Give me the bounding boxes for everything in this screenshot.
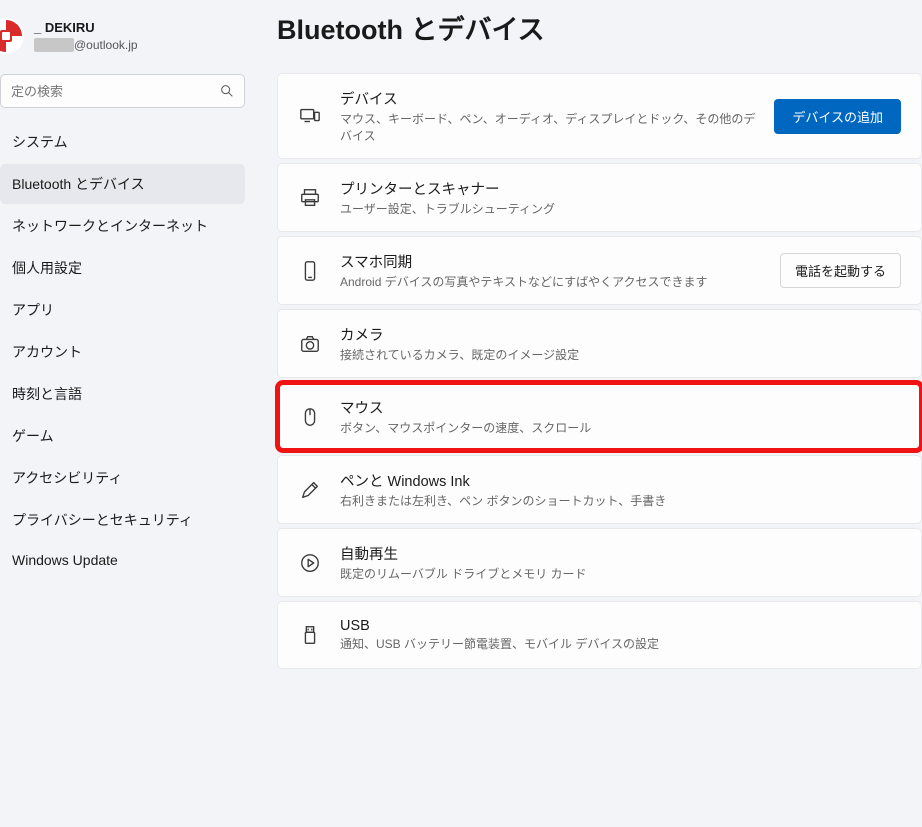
card-body: ペンと Windows Ink右利きまたは左利き、ペン ボタンのショートカット、… — [340, 470, 901, 509]
card-title: マウス — [340, 397, 901, 418]
avatar — [0, 18, 24, 54]
card-title: デバイス — [340, 88, 756, 109]
mouse-icon — [298, 405, 322, 429]
card-subtitle: 右利きまたは左利き、ペン ボタンのショートカット、手書き — [340, 492, 901, 509]
nav-item[interactable]: アプリ — [0, 290, 245, 330]
search-icon[interactable] — [219, 83, 235, 99]
nav-item[interactable]: 個人用設定 — [0, 248, 245, 288]
settings-card[interactable]: 自動再生既定のリムーバブル ドライブとメモリ カード — [277, 528, 922, 597]
user-info: _ DEKIRU xxxxxx@outlook.jp — [34, 19, 138, 54]
card-subtitle: Android デバイスの写真やテキストなどにすばやくアクセスできます — [340, 273, 762, 290]
user-name: _ DEKIRU — [34, 19, 138, 37]
nav-item[interactable]: 時刻と言語 — [0, 374, 245, 414]
nav-item[interactable]: Windows Update — [0, 542, 245, 578]
nav-item[interactable]: プライバシーとセキュリティ — [0, 500, 245, 540]
cards-list: デバイスマウス、キーボード、ペン、オーディオ、ディスプレイとドック、その他のデバ… — [277, 73, 922, 669]
usb-icon — [298, 623, 322, 647]
card-subtitle: 接続されているカメラ、既定のイメージ設定 — [340, 346, 901, 363]
card-title: ペンと Windows Ink — [340, 470, 901, 491]
user-email: xxxxxx@outlook.jp — [34, 37, 138, 54]
nav-item[interactable]: ゲーム — [0, 416, 245, 456]
card-body: カメラ接続されているカメラ、既定のイメージ設定 — [340, 324, 901, 363]
card-subtitle: マウス、キーボード、ペン、オーディオ、ディスプレイとドック、その他のデバイス — [340, 110, 756, 144]
card-title: カメラ — [340, 324, 901, 345]
settings-card[interactable]: ペンと Windows Ink右利きまたは左利き、ペン ボタンのショートカット、… — [277, 455, 922, 524]
nav: システムBluetooth とデバイスネットワークとインターネット個人用設定アプ… — [0, 122, 255, 578]
card-body: デバイスマウス、キーボード、ペン、オーディオ、ディスプレイとドック、その他のデバ… — [340, 88, 756, 144]
add-device-button[interactable]: デバイスの追加 — [774, 99, 901, 134]
card-subtitle: ユーザー設定、トラブルシューティング — [340, 200, 901, 217]
card-title: 自動再生 — [340, 543, 901, 564]
nav-item[interactable]: Bluetooth とデバイス — [0, 164, 245, 204]
card-title: USB — [340, 618, 901, 634]
card-subtitle: 既定のリムーバブル ドライブとメモリ カード — [340, 565, 901, 582]
autoplay-icon — [298, 551, 322, 575]
phone-icon — [298, 259, 322, 283]
card-body: スマホ同期Android デバイスの写真やテキストなどにすばやくアクセスできます — [340, 251, 762, 290]
card-body: USB通知、USB バッテリー節電装置、モバイル デバイスの設定 — [340, 618, 901, 652]
card-body: マウスボタン、マウスポインターの速度、スクロール — [340, 397, 901, 436]
devices-icon — [298, 104, 322, 128]
user-profile[interactable]: _ DEKIRU xxxxxx@outlook.jp — [0, 10, 255, 70]
camera-icon — [298, 332, 322, 356]
nav-item[interactable]: ネットワークとインターネット — [0, 206, 245, 246]
card-action: 電話を起動する — [780, 253, 901, 288]
settings-card[interactable]: スマホ同期Android デバイスの写真やテキストなどにすばやくアクセスできます… — [277, 236, 922, 305]
pen-icon — [298, 478, 322, 502]
launch-phone-button[interactable]: 電話を起動する — [780, 253, 901, 288]
sidebar: _ DEKIRU xxxxxx@outlook.jp システムBluetooth… — [0, 0, 255, 827]
main: Bluetooth とデバイス デバイスマウス、キーボード、ペン、オーディオ、デ… — [255, 0, 922, 827]
settings-card[interactable]: マウスボタン、マウスポインターの速度、スクロール — [277, 382, 922, 451]
page-title: Bluetooth とデバイス — [277, 8, 922, 47]
settings-card[interactable]: カメラ接続されているカメラ、既定のイメージ設定 — [277, 309, 922, 378]
printer-icon — [298, 186, 322, 210]
settings-card[interactable]: USB通知、USB バッテリー節電装置、モバイル デバイスの設定 — [277, 601, 922, 669]
card-title: プリンターとスキャナー — [340, 178, 901, 199]
settings-card[interactable]: デバイスマウス、キーボード、ペン、オーディオ、ディスプレイとドック、その他のデバ… — [277, 73, 922, 159]
card-subtitle: 通知、USB バッテリー節電装置、モバイル デバイスの設定 — [340, 635, 901, 652]
card-title: スマホ同期 — [340, 251, 762, 272]
nav-item[interactable]: システム — [0, 122, 245, 162]
card-body: プリンターとスキャナーユーザー設定、トラブルシューティング — [340, 178, 901, 217]
card-body: 自動再生既定のリムーバブル ドライブとメモリ カード — [340, 543, 901, 582]
card-subtitle: ボタン、マウスポインターの速度、スクロール — [340, 419, 901, 436]
card-action: デバイスの追加 — [774, 99, 901, 134]
nav-item[interactable]: アクセシビリティ — [0, 458, 245, 498]
search-box — [0, 74, 245, 108]
settings-card[interactable]: プリンターとスキャナーユーザー設定、トラブルシューティング — [277, 163, 922, 232]
search-input[interactable] — [0, 74, 245, 108]
nav-item[interactable]: アカウント — [0, 332, 245, 372]
